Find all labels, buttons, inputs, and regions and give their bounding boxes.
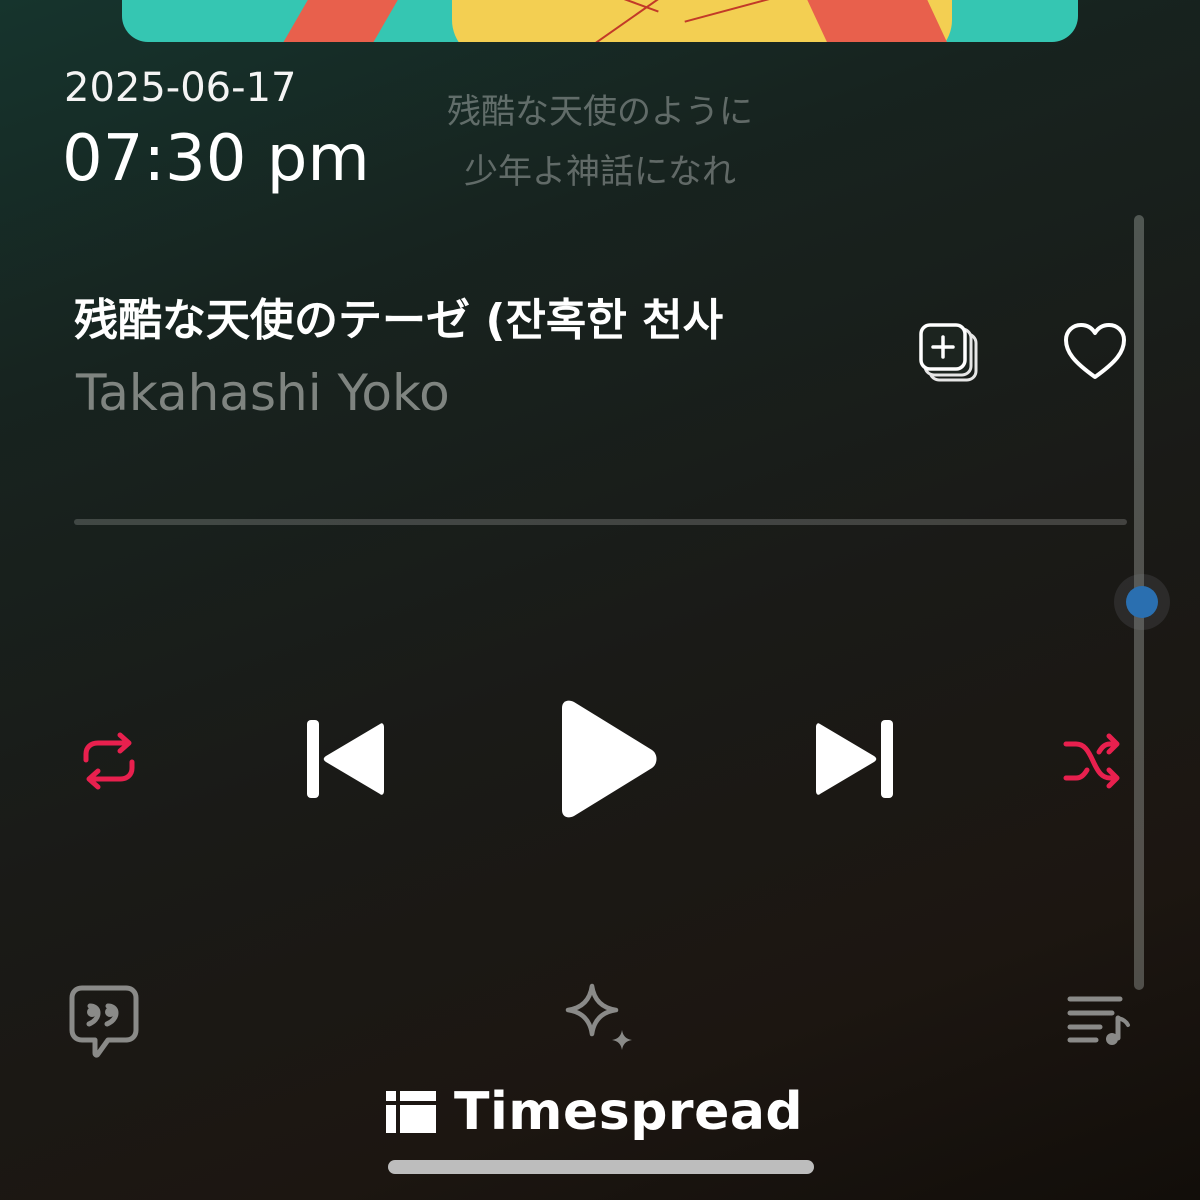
home-indicator[interactable]	[388, 1160, 814, 1174]
brand-name: Timespread	[454, 1082, 804, 1142]
repeat-icon[interactable]	[78, 732, 140, 790]
brand-logo-icon	[386, 1091, 436, 1133]
play-icon[interactable]	[554, 698, 662, 820]
shuffle-icon[interactable]	[1062, 732, 1124, 790]
skip-next-icon[interactable]	[814, 716, 896, 802]
brand-watermark: Timespread	[386, 1082, 803, 1142]
queue-icon[interactable]	[1066, 994, 1132, 1046]
time-label: 07:30 pm	[62, 122, 370, 196]
volume-thumb[interactable]	[1114, 574, 1170, 630]
lyric-line[interactable]: 残酷な天使のように	[340, 84, 860, 133]
date-label: 2025-06-17	[64, 65, 297, 111]
progress-bar[interactable]	[74, 519, 1127, 525]
heart-icon[interactable]	[1062, 322, 1128, 382]
album-art-shape	[267, 0, 427, 42]
track-artist[interactable]: Takahashi Yoko	[76, 364, 450, 422]
add-to-playlist-icon[interactable]	[916, 320, 984, 388]
album-art[interactable]	[122, 0, 1078, 42]
volume-thumb-dot	[1126, 586, 1158, 618]
lyric-line[interactable]: 少年よ神話になれ	[340, 144, 860, 193]
skip-previous-icon[interactable]	[304, 716, 386, 802]
sparkle-icon[interactable]	[560, 982, 640, 1056]
lyrics-quote-icon[interactable]	[68, 984, 140, 1060]
track-title: 残酷な天使のテーゼ (잔혹한 천사	[74, 295, 724, 346]
